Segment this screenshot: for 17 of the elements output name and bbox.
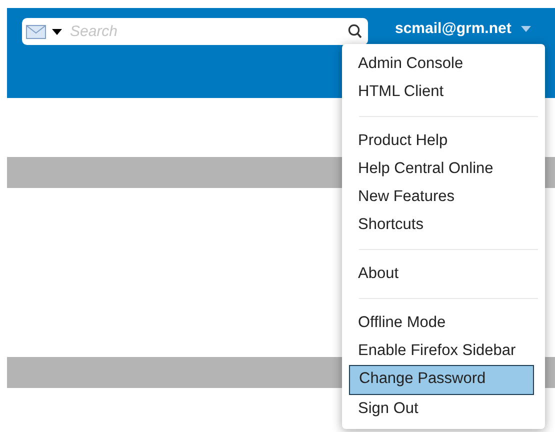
menu-item[interactable]: Offline Mode (342, 309, 545, 337)
search-icon[interactable] (348, 24, 362, 39)
menu-item[interactable]: New Features (342, 183, 545, 211)
menu-item[interactable]: About (342, 260, 545, 288)
menu-item[interactable]: Help Central Online (342, 155, 545, 183)
menu-item[interactable]: HTML Client (342, 78, 545, 106)
search-bar[interactable]: Search (22, 18, 368, 45)
caret-icon (521, 26, 532, 32)
envelope-icon (26, 24, 46, 38)
menu-item[interactable]: Sign Out (342, 395, 545, 423)
menu-item[interactable]: Shortcuts (342, 211, 545, 239)
user-menu-button[interactable]: scmail@grm.net (395, 20, 532, 37)
menu-item[interactable]: Enable Firefox Sidebar (342, 337, 545, 365)
menu-item[interactable]: Admin Console (342, 50, 545, 78)
menu-item[interactable]: Product Help (342, 127, 545, 155)
caret-icon[interactable] (52, 28, 62, 34)
menu-item[interactable]: Change Password (349, 365, 534, 395)
